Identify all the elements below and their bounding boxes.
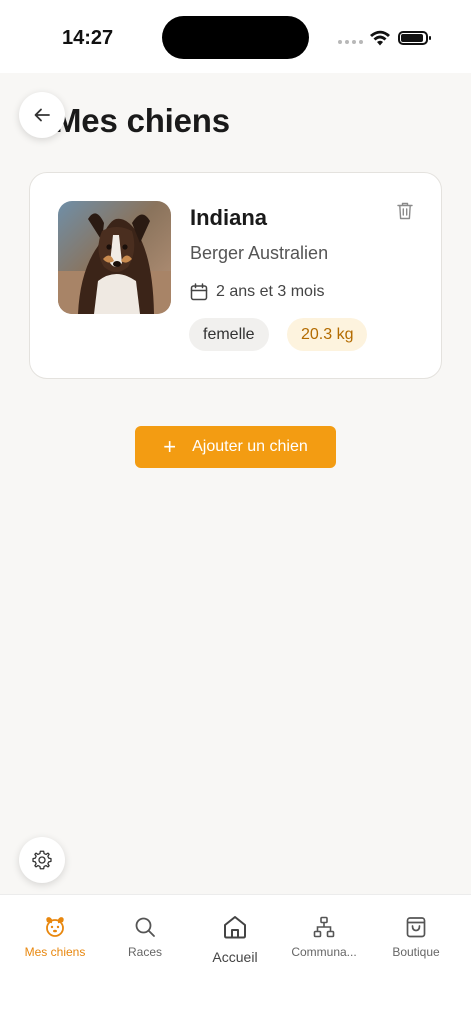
status-bar: 14:27 — [0, 0, 471, 73]
dynamic-island — [162, 16, 309, 59]
wifi-icon — [370, 30, 390, 46]
tab-label: Accueil — [212, 949, 258, 965]
home-icon — [224, 916, 246, 939]
tab-boutique[interactable]: Boutique — [371, 915, 461, 959]
tab-mes-chiens[interactable]: Mes chiens — [10, 915, 100, 959]
calendar-icon — [190, 283, 208, 301]
settings-button[interactable] — [19, 837, 65, 883]
status-time: 14:27 — [62, 27, 114, 49]
tab-accueil[interactable]: Accueil — [190, 913, 280, 965]
battery-icon — [398, 31, 431, 45]
dog-breed: Berger Australien — [190, 243, 329, 263]
search-icon — [135, 917, 155, 937]
delete-button[interactable] — [394, 199, 416, 223]
arrow-left-icon — [34, 108, 50, 122]
tab-label: Boutique — [392, 945, 440, 959]
plus-icon: + — [163, 434, 177, 459]
community-network-icon — [313, 916, 335, 938]
weight-chip: 20.3 kg — [287, 318, 368, 351]
add-dog-button[interactable]: + Ajouter un chien — [135, 426, 336, 468]
dog-face-icon — [46, 917, 64, 937]
cellular-signal-icon — [338, 40, 363, 44]
shopping-bag-icon — [406, 917, 426, 938]
tab-races[interactable]: Races — [100, 915, 190, 959]
tab-bar: Mes chiens Races Accueil Communa... Bout… — [0, 894, 471, 1024]
tab-label: Races — [127, 945, 162, 959]
age-row: 2 ans et 3 mois — [190, 283, 325, 301]
tab-label: Mes chiens — [24, 945, 86, 959]
add-dog-label: Ajouter un chien — [192, 438, 308, 455]
trash-icon — [397, 202, 413, 220]
back-button[interactable] — [19, 92, 65, 138]
tab-communaute[interactable]: Communa... — [279, 915, 369, 959]
dog-name: Indiana — [190, 205, 268, 230]
page-title: Mes chiens — [54, 102, 230, 139]
dog-age: 2 ans et 3 mois — [216, 283, 325, 300]
status-icons — [338, 28, 433, 48]
sex-chip: femelle — [189, 318, 269, 351]
tab-label: Communa... — [291, 945, 357, 959]
dog-card[interactable]: Indiana Berger Australien 2 ans et 3 moi… — [29, 172, 442, 379]
gear-icon — [32, 850, 52, 870]
dog-photo — [58, 201, 171, 314]
